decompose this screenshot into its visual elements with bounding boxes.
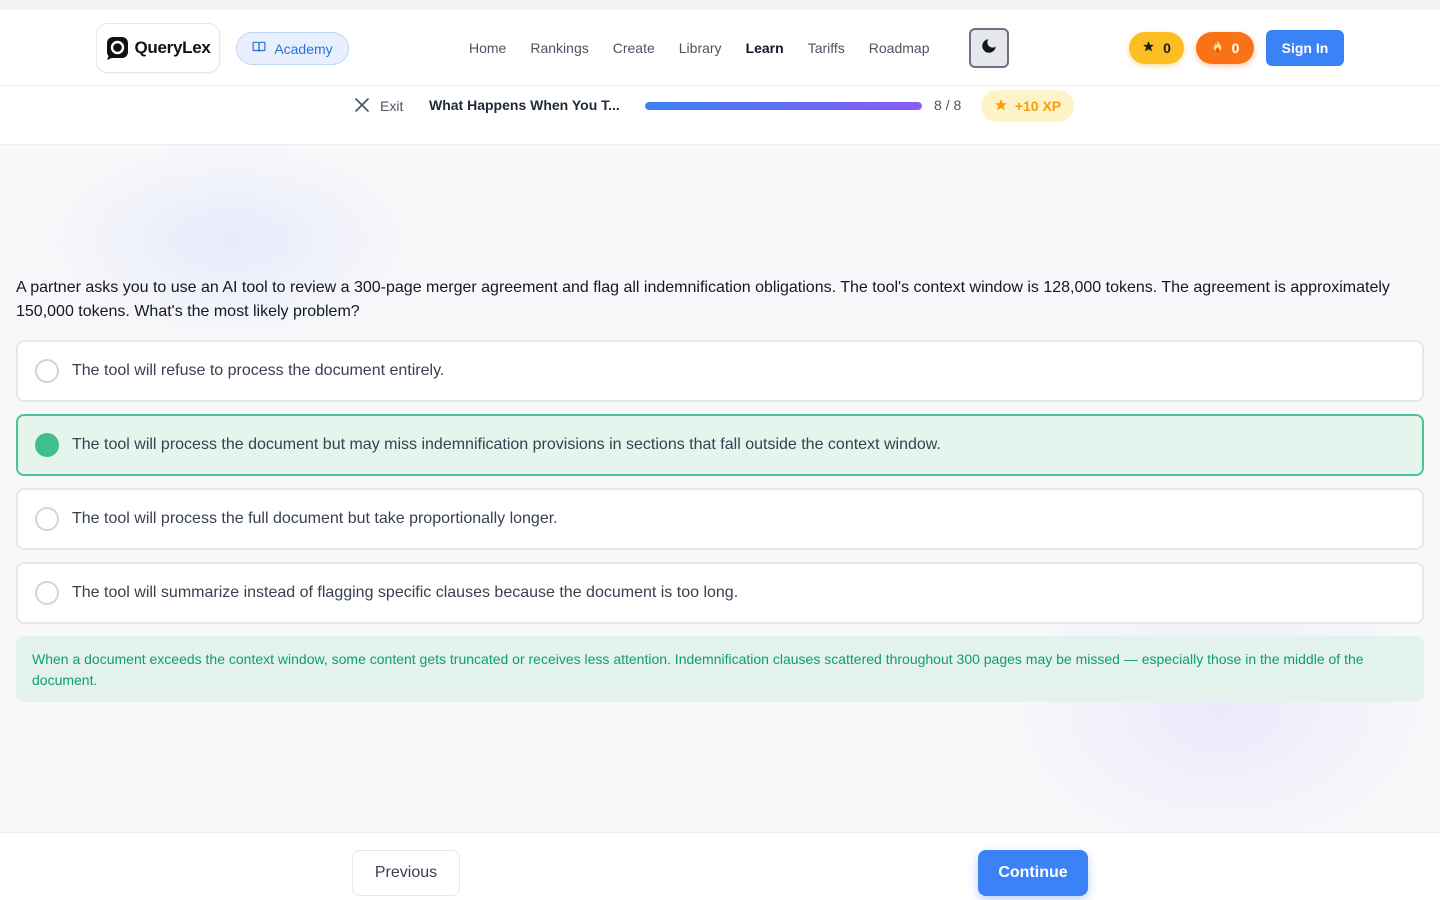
xp-counter[interactable]: 0: [1129, 32, 1184, 64]
top-strip: [0, 0, 1440, 10]
logo[interactable]: QueryLex: [96, 23, 220, 73]
answer-option[interactable]: The tool will summarize instead of flagg…: [16, 562, 1424, 624]
radio-icon: [35, 433, 59, 457]
nav-library[interactable]: Library: [667, 40, 734, 56]
lesson-progress-fill: [645, 102, 922, 110]
xp-reward-badge: +10 XP: [981, 90, 1074, 122]
nav-learn[interactable]: Learn: [734, 40, 796, 56]
academy-button[interactable]: Academy: [236, 32, 349, 65]
main-nav: Home Rankings Create Library Learn Tarif…: [457, 10, 941, 86]
question-text: A partner asks you to use an AI tool to …: [16, 279, 1390, 320]
lesson-bar: Exit What Happens When You T... 8 / 8 +1…: [0, 86, 1440, 145]
nav-home[interactable]: Home: [457, 40, 518, 56]
answer-option[interactable]: The tool will process the document but m…: [16, 414, 1424, 476]
progress-count: 8 / 8: [934, 97, 962, 113]
radio-icon: [35, 581, 59, 605]
continue-button[interactable]: Continue: [978, 850, 1088, 896]
close-icon: [354, 97, 370, 116]
academy-label: Academy: [274, 40, 333, 57]
reward-label: +10 XP: [1014, 98, 1062, 114]
book-open-icon: [252, 40, 266, 57]
sign-in-button[interactable]: Sign In: [1266, 30, 1344, 66]
option-text: The tool will process the document but m…: [72, 436, 941, 453]
flame-icon: [1211, 40, 1224, 57]
nav-create[interactable]: Create: [601, 40, 667, 56]
answer-option[interactable]: The tool will refuse to process the docu…: [16, 340, 1424, 402]
radio-icon: [35, 359, 59, 383]
previous-button[interactable]: Previous: [352, 850, 460, 896]
radio-icon: [35, 507, 59, 531]
star-icon: [1142, 40, 1155, 56]
option-text: The tool will summarize instead of flagg…: [72, 584, 739, 601]
lesson-title: What Happens When You T...: [429, 97, 620, 113]
option-text: The tool will refuse to process the docu…: [72, 362, 445, 379]
star-icon: [994, 98, 1008, 115]
nav-roadmap[interactable]: Roadmap: [857, 40, 942, 56]
nav-tariffs[interactable]: Tariffs: [796, 40, 857, 56]
streak-count: 0: [1231, 40, 1240, 56]
navbar: QueryLex Academy Home Rankings Create Li…: [0, 10, 1440, 86]
exit-button[interactable]: Exit: [354, 96, 403, 116]
explanation-box: When a document exceeds the context wind…: [16, 636, 1424, 702]
streak-counter[interactable]: 0: [1196, 32, 1254, 64]
answer-option[interactable]: The tool will process the full document …: [16, 488, 1424, 550]
nav-rankings[interactable]: Rankings: [518, 40, 600, 56]
exit-label: Exit: [380, 98, 404, 114]
querylex-logo-icon: [105, 35, 131, 61]
theme-toggle-button[interactable]: [969, 28, 1009, 68]
moon-icon: [980, 37, 998, 60]
lesson-footer: Previous Continue: [0, 832, 1440, 900]
option-text: The tool will process the full document …: [72, 510, 558, 527]
lesson-progress-bar: [645, 102, 922, 110]
xp-count: 0: [1163, 40, 1171, 56]
brand-name: QueryLex: [134, 38, 211, 57]
